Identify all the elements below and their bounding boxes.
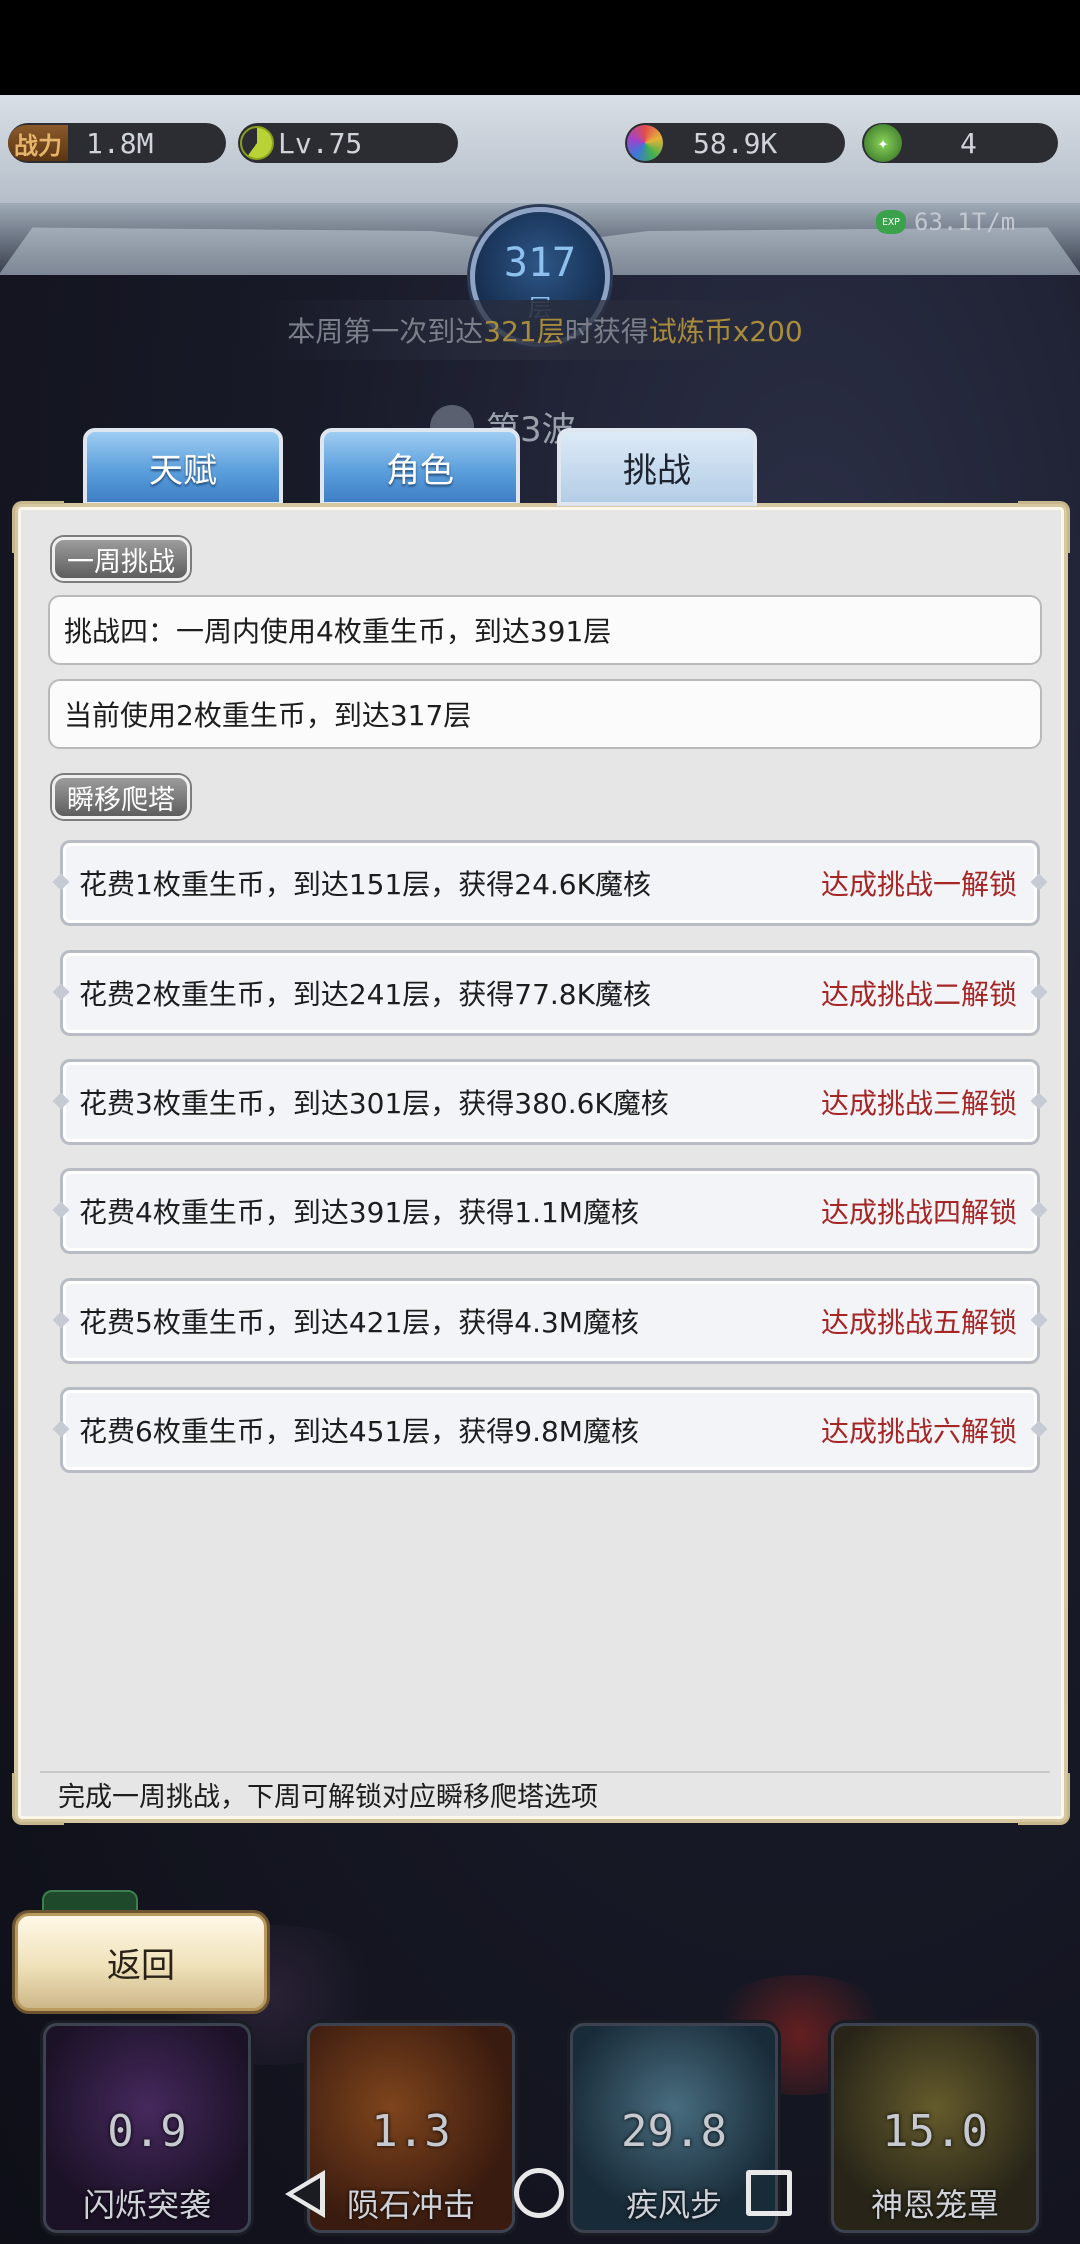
rainbow-gem-icon	[627, 125, 663, 161]
teleport-unlock-condition: 达成挑战一解锁	[820, 868, 1017, 901]
teleport-climb-label: 瞬移爬塔	[52, 775, 190, 819]
teleport-unlock-condition: 达成挑战五解锁	[820, 1306, 1017, 1339]
exp-icon: EXP	[876, 210, 906, 234]
level-display[interactable]: Lv.75	[238, 123, 458, 163]
teleport-option[interactable]: 花费5枚重生币，到达421层，获得4.3M魔核 达成挑战五解锁	[60, 1278, 1040, 1364]
level-progress-icon	[240, 126, 274, 160]
teleport-option-text: 花费5枚重生币，到达421层，获得4.3M魔核	[79, 1306, 639, 1339]
floor-number: 317	[503, 240, 577, 286]
teleport-option[interactable]: 花费6枚重生币，到达451层，获得9.8M魔核 达成挑战六解锁	[60, 1387, 1040, 1473]
tab-challenge[interactable]: 挑战	[557, 428, 757, 506]
power-value: 1.8M	[86, 126, 154, 160]
banner-middle: 时获得	[564, 315, 649, 348]
return-button[interactable]: 返回	[15, 1913, 267, 2011]
teleport-option[interactable]: 花费2枚重生币，到达241层，获得77.8K魔核 达成挑战二解锁	[60, 950, 1040, 1036]
system-navigation-bar	[0, 2148, 1080, 2244]
tab-talent[interactable]: 天赋	[83, 428, 283, 506]
teleport-option[interactable]: 花费1枚重生币，到达151层，获得24.6K魔核 达成挑战一解锁	[60, 840, 1040, 926]
back-triangle-icon[interactable]	[285, 2170, 325, 2218]
footer-note: 完成一周挑战，下周可解锁对应瞬移爬塔选项	[40, 1771, 1050, 1815]
banner-reward: 试炼币x200	[648, 315, 803, 348]
power-display: 战力 1.8M	[8, 123, 226, 163]
panel-corner-ornament	[1018, 501, 1070, 553]
banner-prefix: 本周第一次到达	[287, 315, 484, 348]
leaf-icon: ✦	[864, 124, 902, 162]
teleport-unlock-condition: 达成挑战六解锁	[820, 1415, 1017, 1448]
weekly-reward-banner: 本周第一次到达 321层 时获得 试炼币x200	[255, 300, 835, 360]
teleport-unlock-condition: 达成挑战三解锁	[820, 1087, 1017, 1120]
level-value: Lv.75	[278, 126, 363, 160]
teleport-option[interactable]: 花费4枚重生币，到达391层，获得1.1M魔核 达成挑战四解锁	[60, 1168, 1040, 1254]
teleport-option-text: 花费6枚重生币，到达451层，获得9.8M魔核	[79, 1415, 639, 1448]
teleport-option-text: 花费1枚重生币，到达151层，获得24.6K魔核	[79, 868, 651, 901]
home-circle-icon[interactable]	[514, 2168, 564, 2218]
teleport-unlock-condition: 达成挑战二解锁	[820, 978, 1017, 1011]
teleport-option-text: 花费3枚重生币，到达301层，获得380.6K魔核	[79, 1087, 669, 1120]
exp-rate-value: 63.1T/m	[914, 208, 1016, 236]
teleport-option[interactable]: 花费3枚重生币，到达301层，获得380.6K魔核 达成挑战三解锁	[60, 1059, 1040, 1145]
gem-value: 58.9K	[693, 126, 778, 160]
challenge-panel: 一周挑战 挑战四：一周内使用4枚重生币，到达391层 当前使用2枚重生币，到达3…	[12, 501, 1070, 1825]
teleport-unlock-condition: 达成挑战四解锁	[820, 1196, 1017, 1229]
banner-floor: 321层	[483, 315, 565, 348]
recent-apps-square-icon[interactable]	[746, 2170, 792, 2216]
weekly-challenge-progress: 当前使用2枚重生币，到达317层	[48, 679, 1042, 749]
exp-rate: EXP 63.1T/m	[876, 208, 1015, 236]
gem-currency[interactable]: 58.9K	[625, 123, 845, 163]
leaf-value: 4	[960, 126, 977, 160]
teleport-option-text: 花费2枚重生币，到达241层，获得77.8K魔核	[79, 978, 651, 1011]
tab-character[interactable]: 角色	[320, 428, 520, 506]
weekly-challenge-goal: 挑战四：一周内使用4枚重生币，到达391层	[48, 595, 1042, 665]
leaf-currency[interactable]: ✦ 4	[862, 123, 1058, 163]
weekly-challenge-label: 一周挑战	[52, 537, 190, 581]
power-label: 战力	[8, 125, 68, 161]
top-status-bar: 战力 1.8M Lv.75 58.9K ✦ 4 317 层	[0, 95, 1080, 347]
teleport-option-text: 花费4枚重生币，到达391层，获得1.1M魔核	[79, 1196, 639, 1229]
